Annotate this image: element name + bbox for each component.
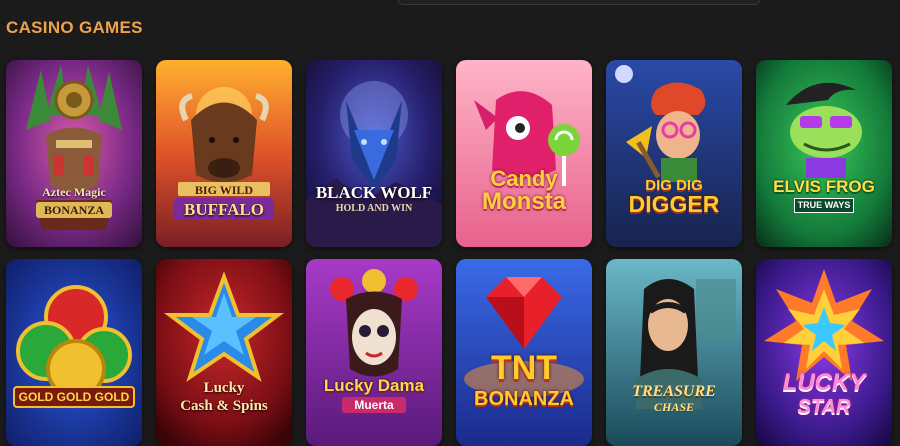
game-card-lucky-cash-spins[interactable]: Lucky Cash & Spins xyxy=(156,259,292,446)
game-title: Aztec Magic xyxy=(42,185,106,199)
game-thumbnail xyxy=(756,60,892,247)
game-subtitle: BONANZA xyxy=(36,202,112,218)
game-subtitle: BONANZA xyxy=(474,388,574,410)
game-card-big-wild-buffalo[interactable]: BIG WILD BUFFALO xyxy=(156,60,292,247)
game-title: Lucky Dama xyxy=(323,376,425,395)
game-card-tnt-bonanza[interactable]: TNT BONANZA xyxy=(456,259,592,446)
game-thumbnail xyxy=(6,259,142,446)
section-title: CASINO GAMES xyxy=(6,18,143,37)
game-subtitle: Monsta xyxy=(482,188,566,215)
game-card-aztec-magic-bonanza[interactable]: Aztec Magic BONANZA xyxy=(6,60,142,247)
game-card-black-wolf[interactable]: BLACK WOLF HOLD AND WIN xyxy=(306,60,442,247)
game-card-elvis-frog[interactable]: ELVIS FROG TRUE WAYS xyxy=(756,60,892,247)
game-thumbnail xyxy=(606,60,742,247)
game-title: BIG WILD xyxy=(194,183,254,197)
game-title: Candy xyxy=(490,166,558,191)
game-subtitle: BUFFALO xyxy=(184,200,264,219)
game-title: BLACK WOLF xyxy=(315,183,433,202)
game-card-lucky-star[interactable]: LUCKY STAR xyxy=(756,259,892,446)
game-card-dig-dig-digger[interactable]: DIG DIG DIGGER xyxy=(606,60,742,247)
header-search-edge xyxy=(398,0,760,5)
game-thumbnail xyxy=(456,60,592,247)
game-card-lucky-dama-muerta[interactable]: Lucky Dama Muerta xyxy=(306,259,442,446)
game-title: ELVIS FROG xyxy=(773,177,875,196)
games-grid: Aztec Magic BONANZA BIG WILD BUFFALO BLA… xyxy=(6,60,892,446)
game-subtitle: HOLD AND WIN xyxy=(335,203,413,214)
game-subtitle: DIGGER xyxy=(628,191,720,217)
game-subtitle: Cash & Spins xyxy=(180,398,268,414)
game-subtitle: TRUE WAYS xyxy=(794,198,854,213)
game-title: Lucky xyxy=(203,380,245,396)
game-subtitle: Muerta xyxy=(342,397,406,413)
game-title: LUCKY xyxy=(782,369,866,396)
game-thumbnail xyxy=(156,259,292,446)
game-thumbnail xyxy=(306,259,442,446)
game-card-candy-monsta[interactable]: Candy Monsta xyxy=(456,60,592,247)
game-title: TREASURE xyxy=(632,383,716,400)
game-thumbnail xyxy=(306,60,442,247)
game-subtitle: STAR xyxy=(797,396,851,418)
game-card-treasure-chase[interactable]: TREASURE CHASE xyxy=(606,259,742,446)
game-title: GOLD GOLD GOLD xyxy=(18,390,130,404)
game-thumbnail xyxy=(6,60,142,247)
game-thumbnail xyxy=(606,259,742,446)
game-subtitle: CHASE xyxy=(653,400,695,414)
game-card-gold-gold-gold[interactable]: GOLD GOLD GOLD xyxy=(6,259,142,446)
game-title: TNT xyxy=(490,349,558,387)
